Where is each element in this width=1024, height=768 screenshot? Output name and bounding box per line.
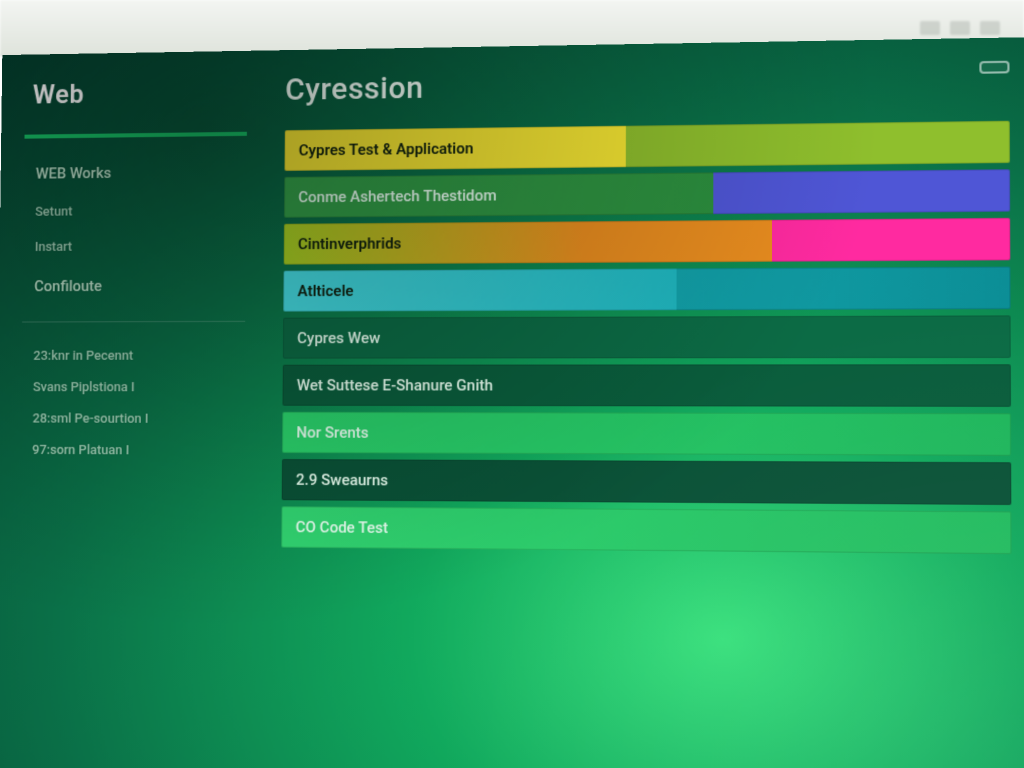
list-item[interactable]: Wet Suttese E-Shanure Gnith <box>283 364 1011 407</box>
list-item[interactable]: 2.9 Sweaurns <box>282 459 1012 505</box>
list-item-label: Wet Suttese E-Shanure Gnith <box>297 376 493 395</box>
list-item[interactable]: Conme Ashertech Thestidom <box>284 169 1010 217</box>
sidebar-item-confiloute[interactable]: Confiloute <box>30 268 238 303</box>
window-min-icon[interactable] <box>920 21 940 35</box>
sidebar-footer: 23:knr in Pecennt Svans Piplstiona I 28:… <box>28 340 237 467</box>
sidebar-item-web-works[interactable]: WEB Works <box>32 154 239 191</box>
window-close-icon[interactable] <box>980 21 1000 35</box>
brand-title: Web <box>33 77 240 110</box>
row-list: Cypres Test & Application Conme Ashertec… <box>281 121 1011 554</box>
list-item[interactable]: Atlticele <box>283 267 1010 312</box>
list-item-label: CO Code Test <box>295 518 388 537</box>
list-item[interactable]: CO Code Test <box>281 506 1011 554</box>
list-item[interactable]: Cintinverphrids <box>284 218 1011 265</box>
topbar: Cyression <box>285 61 1010 108</box>
header-action-button[interactable] <box>979 61 1009 74</box>
list-item-label: Cypres Test & Application <box>299 139 474 159</box>
list-item[interactable]: Cypres Wew <box>283 315 1011 358</box>
list-item-label: Cintinverphrids <box>298 234 402 253</box>
list-item-label: Atlticele <box>297 282 353 301</box>
window-max-icon[interactable] <box>950 21 970 35</box>
app-screen: Web WEB Works Setunt Instart Confiloute … <box>0 37 1024 768</box>
main-panel: Cyression Cypres Test & Application Conm… <box>251 37 1024 768</box>
sidebar-divider <box>24 132 246 139</box>
list-item-label: 2.9 Sweaurns <box>296 470 388 489</box>
sidebar-item-instart[interactable]: Instart <box>31 232 238 261</box>
list-item[interactable]: Cypres Test & Application <box>285 121 1010 171</box>
sidebar: Web WEB Works Setunt Instart Confiloute … <box>0 51 258 768</box>
list-item-label: Conme Ashertech Thestidom <box>298 186 497 206</box>
sidebar-footer-item-3[interactable]: 28:sml Pe-sourtion I <box>28 403 236 435</box>
sidebar-separator <box>22 321 245 323</box>
sidebar-item-setunt[interactable]: Setunt <box>31 197 238 226</box>
sidebar-footer-item-1[interactable]: 23:knr in Pecennt <box>29 340 237 372</box>
page-title: Cyression <box>285 70 424 108</box>
sidebar-footer-item-4[interactable]: 97:sorn Platuan I <box>28 435 236 467</box>
window-controls[interactable] <box>920 21 1000 35</box>
list-item-label: Cypres Wew <box>297 329 380 348</box>
list-item-label: Nor Srents <box>296 423 368 442</box>
list-item[interactable]: Nor Srents <box>282 412 1011 456</box>
sidebar-footer-item-2[interactable]: Svans Piplstiona I <box>29 372 237 404</box>
